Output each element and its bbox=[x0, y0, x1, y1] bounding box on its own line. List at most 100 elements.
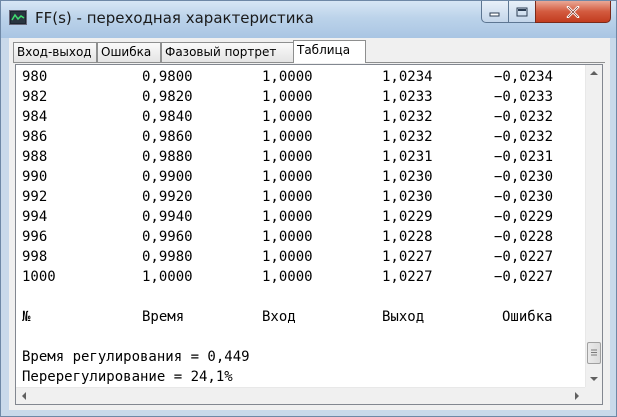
horizontal-scrollbar[interactable] bbox=[16, 387, 585, 404]
arrow-left-icon bbox=[22, 392, 26, 400]
vertical-scrollbar[interactable] bbox=[585, 65, 602, 387]
cell-n: 984 bbox=[22, 109, 48, 125]
cell-input: 1,0000 bbox=[262, 269, 313, 285]
cell-output: 1,0230 bbox=[382, 189, 433, 205]
minimize-icon bbox=[489, 12, 500, 16]
scroll-left-button[interactable] bbox=[16, 388, 32, 404]
vertical-scroll-thumb[interactable] bbox=[587, 342, 601, 364]
blank-row bbox=[22, 327, 250, 347]
cell-n: 996 bbox=[22, 229, 48, 245]
cell-n: 990 bbox=[22, 169, 48, 185]
cell-n: 994 bbox=[22, 209, 48, 225]
title-bar[interactable]: FF(s) - переходная характеристика bbox=[1, 1, 616, 38]
cell-input: 1,0000 bbox=[262, 189, 313, 205]
cell-error: −0,0231 bbox=[494, 149, 554, 165]
tab-phase-portrait[interactable]: Фазовый портрет bbox=[161, 42, 295, 62]
cell-input: 1,0000 bbox=[262, 229, 313, 245]
table-row: 984 0,9840 1,0000 1,0232 −0,0232 bbox=[22, 107, 553, 127]
tab-table[interactable]: Таблица bbox=[293, 40, 366, 63]
cell-time: 0,9840 bbox=[142, 109, 193, 125]
cell-output: 1,0228 bbox=[382, 229, 433, 245]
cell-n: 988 bbox=[22, 149, 48, 165]
cell-time: 0,9880 bbox=[142, 149, 193, 165]
table-row: 992 0,9920 1,0000 1,0230 −0,0230 bbox=[22, 187, 553, 207]
table-row: 998 0,9980 1,0000 1,0227 −0,0227 bbox=[22, 247, 553, 267]
tab-input-output[interactable]: Вход-выход bbox=[13, 42, 97, 62]
arrow-down-icon bbox=[590, 377, 598, 381]
tab-error[interactable]: Ошибка bbox=[97, 42, 161, 62]
grip-icon bbox=[591, 349, 597, 356]
cell-error: −0,0233 bbox=[494, 89, 554, 105]
table-textbox[interactable]: 980 0,9800 1,0000 1,0234 −0,0234 982 0,9820 1,… bbox=[15, 64, 603, 405]
cell-error: −0,0228 bbox=[494, 229, 554, 245]
table-row: 990 0,9900 1,0000 1,0230 −0,0230 bbox=[22, 167, 553, 187]
cell-output: 1,0232 bbox=[382, 129, 433, 145]
maximize-button[interactable] bbox=[508, 1, 536, 23]
cell-time: 0,9920 bbox=[142, 189, 193, 205]
cell-input: 1,0000 bbox=[262, 249, 313, 265]
cell-n: 986 bbox=[22, 129, 48, 145]
scroll-right-button[interactable] bbox=[569, 388, 585, 404]
cell-error: −0,0227 bbox=[494, 249, 554, 265]
minimize-button[interactable] bbox=[481, 1, 509, 23]
cell-input: 1,0000 bbox=[262, 169, 313, 185]
table-row: 986 0,9860 1,0000 1,0232 −0,0232 bbox=[22, 127, 553, 147]
cell-error: −0,0229 bbox=[494, 209, 554, 225]
table-row: 982 0,9820 1,0000 1,0233 −0,0233 bbox=[22, 87, 553, 107]
cell-error: −0,0232 bbox=[494, 129, 554, 145]
chart-app-icon[interactable] bbox=[9, 10, 27, 25]
cell-time: 0,9900 bbox=[142, 169, 193, 185]
cell-input: 1,0000 bbox=[262, 149, 313, 165]
settling-time-line: Время регулирования = 0,449 bbox=[22, 349, 250, 365]
header-output: Выход bbox=[382, 309, 425, 325]
cell-input: 1,0000 bbox=[262, 89, 313, 105]
maximize-icon bbox=[516, 7, 528, 16]
header-number: № bbox=[22, 309, 31, 325]
window-title: FF(s) - переходная характеристика bbox=[35, 9, 314, 27]
cell-output: 1,0234 bbox=[382, 69, 433, 85]
arrow-up-icon bbox=[590, 71, 598, 75]
cell-input: 1,0000 bbox=[262, 209, 313, 225]
cell-time: 0,9960 bbox=[142, 229, 193, 245]
cell-input: 1,0000 bbox=[262, 129, 313, 145]
cell-output: 1,0231 bbox=[382, 149, 433, 165]
close-button[interactable] bbox=[535, 1, 611, 23]
cell-output: 1,0230 bbox=[382, 169, 433, 185]
cell-n: 980 bbox=[22, 69, 48, 85]
header-row: № Время Вход Выход Ошибка bbox=[22, 307, 553, 327]
cell-error: −0,0234 bbox=[494, 69, 554, 85]
cell-time: 0,9860 bbox=[142, 129, 193, 145]
cell-error: −0,0230 bbox=[494, 169, 554, 185]
table-row: 996 0,9960 1,0000 1,0228 −0,0228 bbox=[22, 227, 553, 247]
table-row: 988 0,9880 1,0000 1,0231 −0,0231 bbox=[22, 147, 553, 167]
chart-icon-glyph bbox=[11, 12, 25, 23]
cell-error: −0,0232 bbox=[494, 109, 554, 125]
table-row: 980 0,9800 1,0000 1,0234 −0,0234 bbox=[22, 67, 553, 87]
close-icon bbox=[566, 5, 580, 18]
overshoot-line: Перерегулирование = 24,1% bbox=[22, 369, 233, 385]
tab-strip: Вход-выход Ошибка Фазовый портрет Таблиц… bbox=[13, 40, 603, 63]
cell-input: 1,0000 bbox=[262, 69, 313, 85]
cell-time: 0,9940 bbox=[142, 209, 193, 225]
cell-input: 1,0000 bbox=[262, 109, 313, 125]
table-row: 994 0,9940 1,0000 1,0229 −0,0229 bbox=[22, 207, 553, 227]
scroll-up-button[interactable] bbox=[586, 65, 602, 82]
blank-row bbox=[22, 287, 250, 307]
cell-time: 0,9820 bbox=[142, 89, 193, 105]
cell-output: 1,0227 bbox=[382, 269, 433, 285]
cell-time: 0,9980 bbox=[142, 249, 193, 265]
cell-output: 1,0233 bbox=[382, 89, 433, 105]
table-row: 1000 1,0000 1,0000 1,0227 −0,0227 bbox=[22, 267, 553, 287]
cell-error: −0,0230 bbox=[494, 189, 554, 205]
header-input: Вход bbox=[262, 309, 296, 325]
table-content: 980 0,9800 1,0000 1,0234 −0,0234 982 0,9820 1,… bbox=[22, 67, 553, 387]
header-error: Ошибка bbox=[502, 309, 553, 325]
cell-time: 0,9800 bbox=[142, 69, 193, 85]
cell-output: 1,0227 bbox=[382, 249, 433, 265]
cell-error: −0,0227 bbox=[494, 269, 554, 285]
cell-n: 1000 bbox=[22, 269, 56, 285]
scrollbar-corner bbox=[585, 387, 602, 404]
cell-time: 1,0000 bbox=[142, 269, 193, 285]
scroll-down-button[interactable] bbox=[586, 370, 602, 387]
app-window: FF(s) - переходная характеристика Вход-в… bbox=[0, 0, 617, 417]
